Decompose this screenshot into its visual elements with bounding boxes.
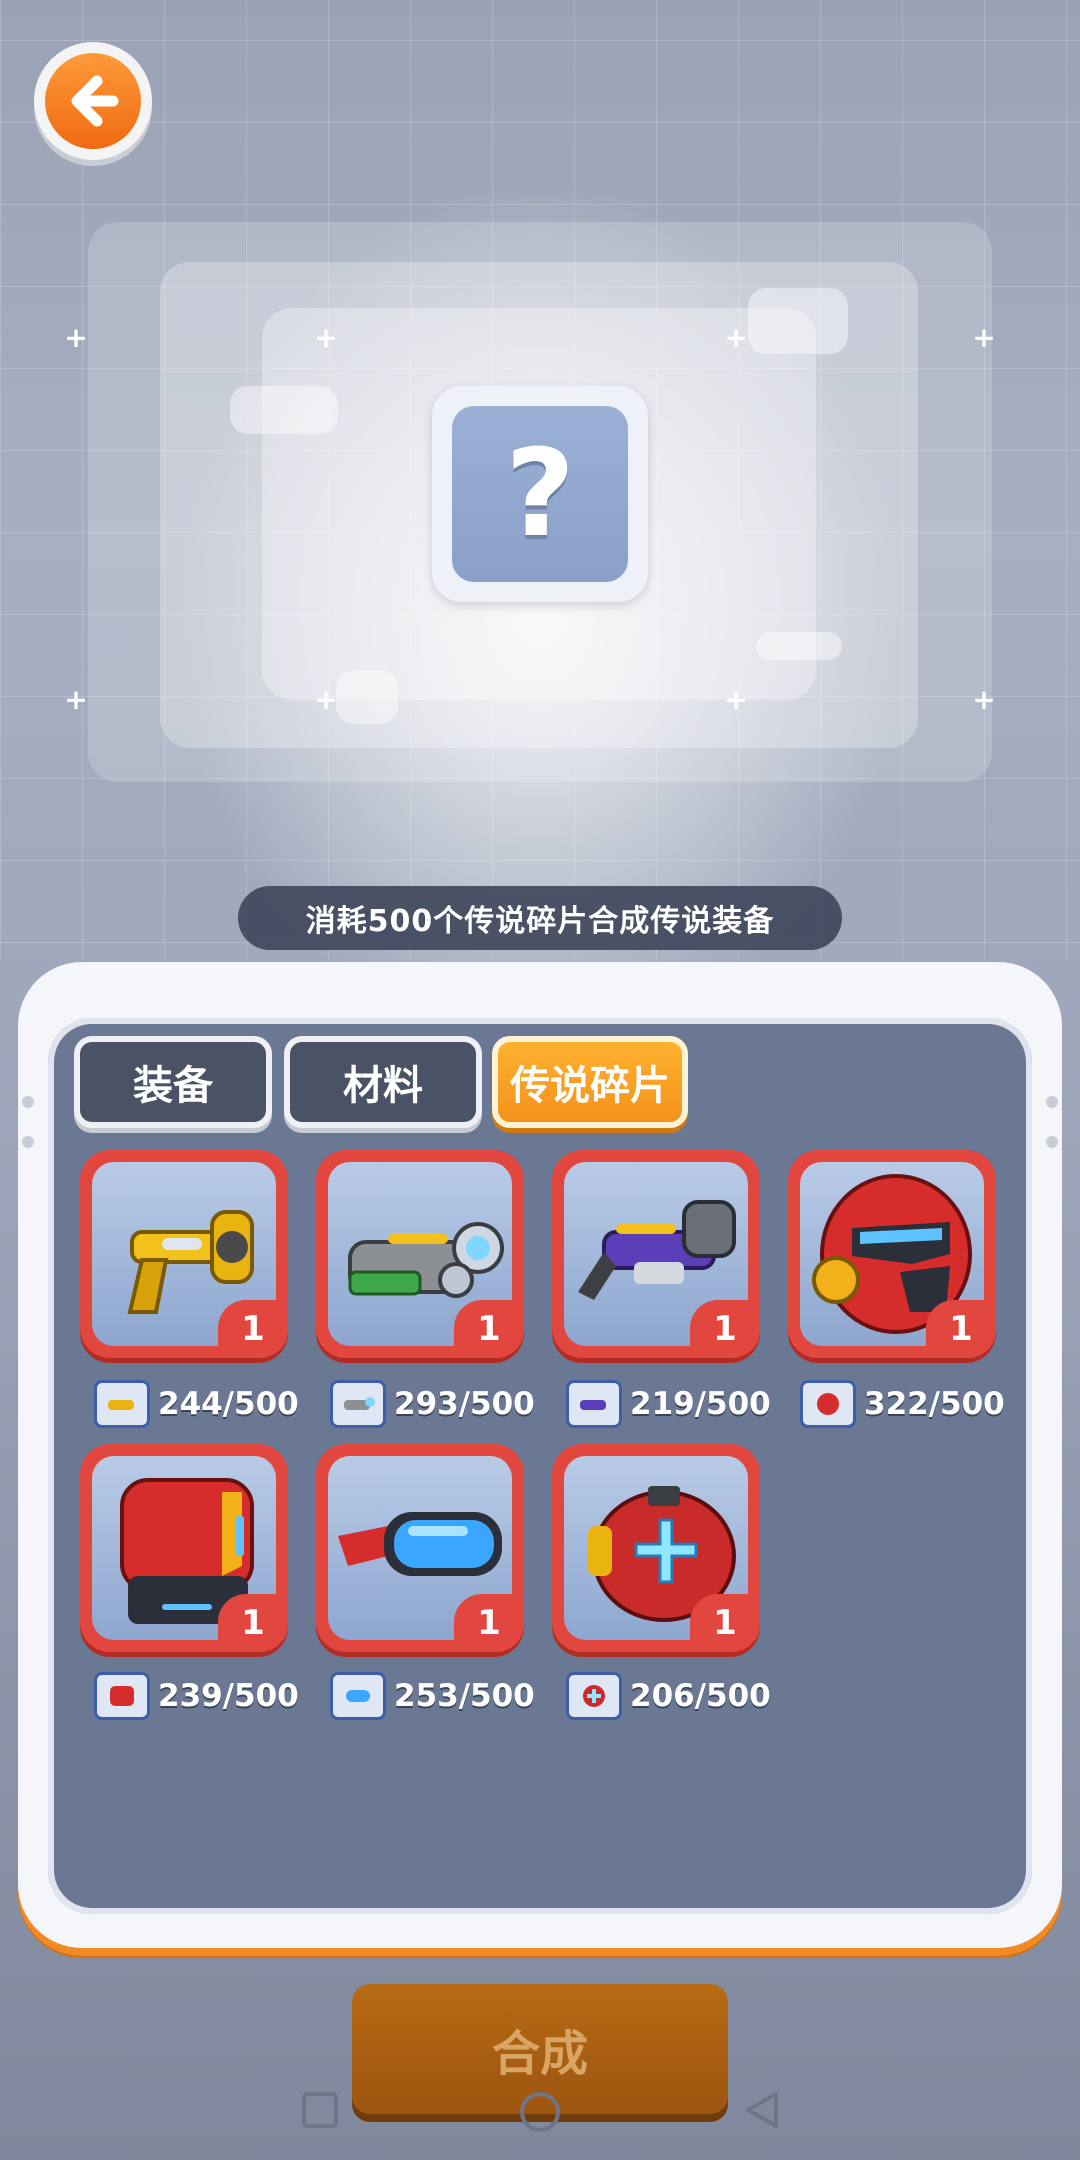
plus-marker: + xyxy=(972,321,996,354)
plus-marker: + xyxy=(314,321,338,354)
red-armor-shard-icon xyxy=(94,1672,150,1720)
deco-pill xyxy=(748,288,848,354)
question-mark-icon: ? xyxy=(505,424,575,564)
item-count-badge: 1 xyxy=(454,1300,524,1358)
green-cannon-shard-icon xyxy=(330,1380,386,1428)
red-backpack-shard-icon xyxy=(566,1672,622,1720)
tab-equipment[interactable]: 装备 xyxy=(74,1036,272,1128)
red-helmet-shard-icon xyxy=(800,1380,856,1428)
plus-marker: + xyxy=(972,683,996,716)
deco-pill xyxy=(756,632,842,660)
nav-recent-apps-icon[interactable] xyxy=(300,2090,340,2134)
purple-rifle-shard-icon xyxy=(566,1380,622,1428)
item-count-badge: 1 xyxy=(454,1594,524,1652)
shard-progress: 219/500 xyxy=(566,1376,771,1432)
item-card-blue-goggles[interactable]: 1 xyxy=(316,1444,524,1652)
result-preview-slot: ? xyxy=(432,386,648,602)
item-count-badge: 1 xyxy=(690,1300,760,1358)
deco-pill xyxy=(230,386,338,434)
tab-materials[interactable]: 材料 xyxy=(284,1036,482,1128)
plus-marker: + xyxy=(64,683,88,716)
synthesis-cost-text: 消耗500个传说碎片合成传说装备 xyxy=(238,886,842,950)
item-count-badge: 1 xyxy=(218,1300,288,1358)
blue-goggles-shard-icon xyxy=(330,1672,386,1720)
item-count-badge: 1 xyxy=(926,1300,996,1358)
panel-rivet xyxy=(22,1136,34,1148)
item-card-red-backpack[interactable]: 1 xyxy=(552,1444,760,1652)
plus-marker: + xyxy=(724,683,748,716)
deco-pill xyxy=(336,670,398,724)
shard-progress: 322/500 xyxy=(800,1376,1005,1432)
item-card-red-helmet[interactable]: 1 xyxy=(788,1150,996,1358)
nav-back-icon[interactable] xyxy=(742,2090,782,2134)
item-card-purple-rifle[interactable]: 1 xyxy=(552,1150,760,1358)
nav-home-icon[interactable] xyxy=(518,2090,562,2138)
shard-progress: 206/500 xyxy=(566,1668,771,1724)
gold-blaster-shard-icon xyxy=(94,1380,150,1428)
back-button[interactable] xyxy=(34,42,152,160)
tab-legendary-shards[interactable]: 传说碎片 xyxy=(492,1036,688,1128)
panel-rivet xyxy=(1046,1096,1058,1108)
item-count-badge: 1 xyxy=(218,1594,288,1652)
arrow-left-icon xyxy=(45,53,141,149)
panel-rivet xyxy=(22,1096,34,1108)
item-card-green-cannon[interactable]: 1 xyxy=(316,1150,524,1358)
item-card-gold-blaster[interactable]: 1 xyxy=(80,1150,288,1358)
shard-progress: 244/500 xyxy=(94,1376,299,1432)
panel-rivet xyxy=(1046,1136,1058,1148)
plus-marker: + xyxy=(314,683,338,716)
item-card-red-armor[interactable]: 1 xyxy=(80,1444,288,1652)
shard-progress: 253/500 xyxy=(330,1668,535,1724)
plus-marker: + xyxy=(64,321,88,354)
item-count-badge: 1 xyxy=(690,1594,760,1652)
plus-marker: + xyxy=(724,321,748,354)
shard-progress: 293/500 xyxy=(330,1376,535,1432)
shard-progress: 239/500 xyxy=(94,1668,299,1724)
